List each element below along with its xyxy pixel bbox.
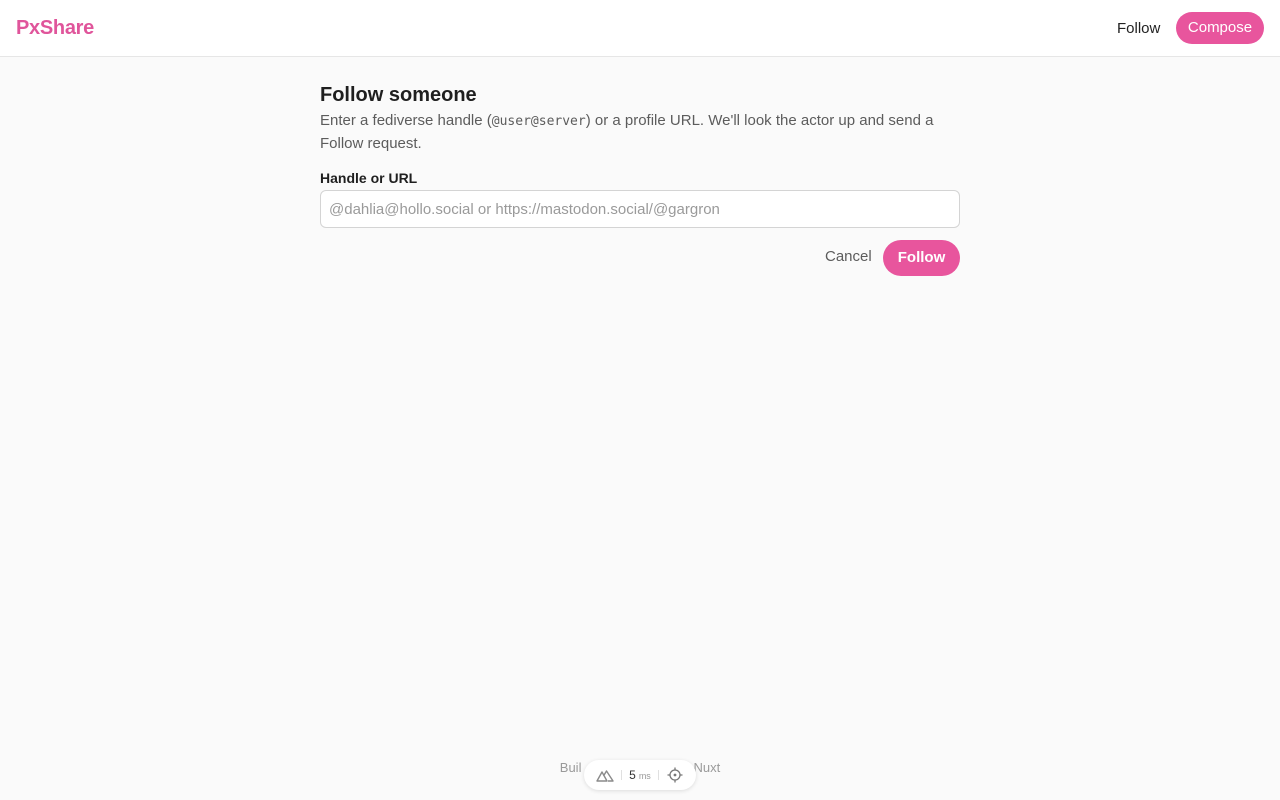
render-time-value: 5 bbox=[629, 768, 636, 782]
handle-field-label: Handle or URL bbox=[320, 170, 418, 186]
page-title: Follow someone bbox=[320, 84, 477, 106]
handle-format-code: @user@server bbox=[491, 114, 586, 129]
compose-button[interactable]: Compose bbox=[1176, 12, 1264, 44]
footer-text-end: Nuxt bbox=[693, 760, 721, 775]
top-bar: PxShare Follow Compose bbox=[0, 0, 1280, 57]
follow-submit-button[interactable]: Follow bbox=[883, 240, 960, 276]
app-logo[interactable]: PxShare bbox=[16, 16, 94, 40]
follow-form: Follow someone Enter a fediverse handle … bbox=[320, 83, 960, 276]
devtools-separator bbox=[658, 770, 660, 780]
nav-follow-link[interactable]: Follow bbox=[1117, 19, 1160, 38]
render-time-unit: ms bbox=[638, 771, 651, 781]
devtools-bar[interactable]: 5 ms bbox=[584, 760, 696, 790]
crosshair-icon[interactable] bbox=[666, 766, 684, 784]
devtools-separator bbox=[620, 770, 622, 780]
render-time: 5 ms bbox=[629, 766, 651, 784]
page-description: Enter a fediverse handle (@user@server) … bbox=[320, 110, 950, 155]
cancel-button[interactable]: Cancel bbox=[825, 247, 872, 267]
handle-input[interactable] bbox=[320, 190, 960, 228]
footer-text-start: Buil bbox=[559, 760, 582, 775]
description-text-start: Enter a fediverse handle ( bbox=[320, 112, 492, 129]
nuxt-logo-icon[interactable] bbox=[595, 766, 614, 784]
